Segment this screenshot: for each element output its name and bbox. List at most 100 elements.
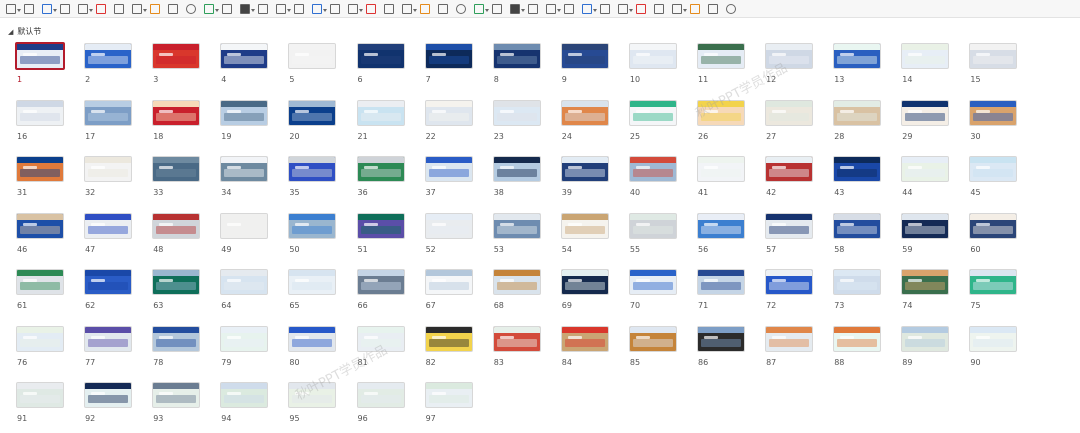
slide-thumbnail-item[interactable]: 3 <box>152 43 202 85</box>
slide-preview[interactable] <box>356 269 405 295</box>
slide-thumbnail-item[interactable]: 76 <box>16 325 66 368</box>
slide-thumbnail-item[interactable]: 40 <box>628 156 679 198</box>
slide-thumbnail-item[interactable]: 22 <box>424 99 475 142</box>
slide-preview[interactable] <box>628 325 677 352</box>
slide-preview[interactable] <box>901 156 950 182</box>
flip-icon[interactable] <box>276 3 291 14</box>
slide-thumbnail-item[interactable]: 75 <box>969 269 1019 311</box>
slide-preview[interactable] <box>628 269 677 295</box>
slide-thumbnail-item[interactable]: 15 <box>969 43 1019 85</box>
slide-thumbnail-item[interactable]: 65 <box>288 269 338 311</box>
slide-thumbnail-item[interactable]: 17 <box>84 99 134 142</box>
slide-thumbnail-item[interactable]: 61 <box>16 269 66 311</box>
slide-thumbnail-item[interactable]: 62 <box>84 269 134 311</box>
slide-preview[interactable] <box>628 212 677 239</box>
slide-thumbnail-item[interactable]: 9 <box>560 43 611 85</box>
slide-preview[interactable] <box>560 43 609 69</box>
slide-preview[interactable] <box>697 269 745 295</box>
slide-thumbnail-item[interactable]: 37 <box>424 156 475 198</box>
comment-icon[interactable] <box>510 3 525 14</box>
slide-preview[interactable] <box>901 43 950 69</box>
slide-thumbnail-item[interactable]: 2 <box>84 43 134 85</box>
slide-preview[interactable] <box>969 156 1018 182</box>
slide-preview[interactable] <box>16 156 64 182</box>
slide-preview[interactable] <box>220 269 269 295</box>
slide-thumbnail-item[interactable]: 57 <box>765 212 815 255</box>
slide-thumbnail-item[interactable]: 29 <box>901 99 951 142</box>
slide-preview[interactable] <box>901 99 950 126</box>
section-header[interactable]: ◢ 默认节 <box>8 26 41 37</box>
slide-preview[interactable] <box>288 43 337 69</box>
bold-icon[interactable] <box>420 3 430 14</box>
slide-preview[interactable] <box>628 156 677 182</box>
slide-thumbnail-item[interactable]: 90 <box>969 325 1019 368</box>
slide-preview[interactable] <box>356 43 405 69</box>
slide-thumbnail-item[interactable]: 7 <box>424 43 475 85</box>
slide-preview[interactable] <box>288 382 337 408</box>
slide-thumbnail-item[interactable]: 68 <box>492 269 543 311</box>
slide-thumbnail-item[interactable]: 8 <box>492 43 543 85</box>
slide-thumbnail-item[interactable]: 13 <box>833 43 883 85</box>
slide-thumbnail-item[interactable]: 41 <box>697 156 747 198</box>
slide-thumbnail-item[interactable]: 39 <box>560 156 611 198</box>
slide-preview[interactable] <box>16 269 64 295</box>
slide-thumbnail-item[interactable]: 60 <box>969 212 1019 255</box>
slide-thumbnail-item[interactable]: 26 <box>697 99 747 142</box>
slide-preview[interactable] <box>697 156 745 182</box>
slide-preview[interactable] <box>84 382 133 408</box>
slide-thumbnail-item[interactable]: 94 <box>220 382 270 424</box>
line-spacing-icon[interactable] <box>438 3 448 14</box>
crop-icon[interactable] <box>42 3 57 14</box>
slide-thumbnail-item[interactable]: 91 <box>16 382 66 424</box>
slide-thumbnail-item[interactable]: 49 <box>220 212 270 255</box>
slide-thumbnail-item[interactable]: 51 <box>356 212 407 255</box>
slide-thumbnail-item[interactable]: 52 <box>424 212 475 255</box>
wordart-icon[interactable] <box>618 3 633 14</box>
slide-preview[interactable] <box>220 212 269 239</box>
slide-preview[interactable] <box>84 43 133 69</box>
slide-thumbnail-item[interactable]: 87 <box>765 325 815 368</box>
slide-preview[interactable] <box>16 325 64 352</box>
picture-icon[interactable] <box>294 3 304 14</box>
slide-thumbnail-item[interactable]: 74 <box>901 269 951 311</box>
slide-thumbnail-item[interactable]: 64 <box>220 269 270 311</box>
slide-preview[interactable] <box>560 99 609 126</box>
slide-preview[interactable] <box>765 99 814 126</box>
slide-preview[interactable] <box>152 156 201 182</box>
slide-thumbnail-item[interactable]: 78 <box>152 325 202 368</box>
slide-thumbnail-item[interactable]: 23 <box>492 99 543 142</box>
slide-thumbnail-item[interactable]: 34 <box>220 156 270 198</box>
slide-preview[interactable] <box>220 99 269 126</box>
symbol-icon[interactable] <box>600 3 610 14</box>
slide-thumbnail-item[interactable]: 63 <box>152 269 202 311</box>
slide-thumbnail-item[interactable]: 14 <box>901 43 951 85</box>
slide-preview[interactable] <box>16 212 64 239</box>
slide-preview[interactable] <box>356 156 405 182</box>
slide-thumbnail-item[interactable]: 83 <box>492 325 543 368</box>
slide-preview[interactable] <box>560 269 609 295</box>
align-top-icon[interactable] <box>186 3 196 14</box>
slide-preview[interactable] <box>560 325 609 352</box>
slide-thumbnail-item[interactable]: 35 <box>288 156 338 198</box>
slide-preview[interactable] <box>901 269 950 295</box>
slide-thumbnail-item[interactable]: 4 <box>220 43 270 85</box>
slide-thumbnail-item[interactable]: 72 <box>765 269 815 311</box>
slide-preview[interactable] <box>288 269 337 295</box>
slide-thumbnail-item[interactable]: 84 <box>560 325 611 368</box>
slide-preview[interactable] <box>16 382 64 408</box>
slide-preview[interactable] <box>833 325 882 352</box>
slide-thumbnail-item[interactable]: 53 <box>492 212 543 255</box>
slide-preview[interactable] <box>220 43 269 69</box>
link-icon[interactable] <box>492 3 502 14</box>
slide-preview[interactable] <box>84 156 133 182</box>
slide-preview[interactable] <box>424 99 473 126</box>
slide-preview[interactable] <box>697 99 745 126</box>
align-icon[interactable] <box>114 3 124 14</box>
slide-preview[interactable] <box>16 99 64 126</box>
slide-preview[interactable] <box>765 212 814 239</box>
slide-preview[interactable] <box>356 99 405 126</box>
slide-thumbnail-item[interactable]: 27 <box>765 99 815 142</box>
slide-thumbnail-item[interactable]: 95 <box>288 382 338 424</box>
slide-preview[interactable] <box>15 42 65 70</box>
slide-preview[interactable] <box>833 212 882 239</box>
